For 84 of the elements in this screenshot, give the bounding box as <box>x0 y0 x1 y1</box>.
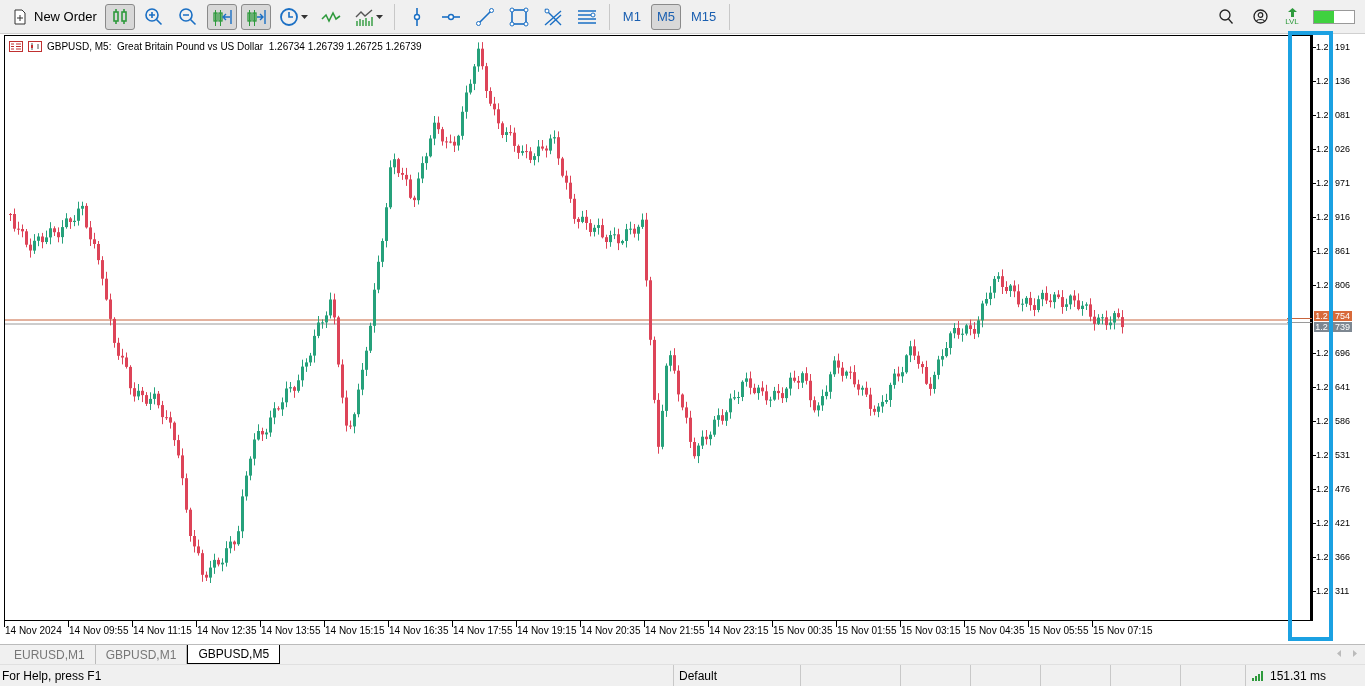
timeframe-button[interactable]: M15 <box>685 3 723 30</box>
plus-document-icon <box>12 8 28 25</box>
caret-icon <box>375 14 383 19</box>
time-label: 15 Nov 04:35 <box>965 624 1025 638</box>
price-label: 696 <box>1335 347 1351 359</box>
price-label: 366 <box>1335 551 1351 563</box>
timeframe-button[interactable]: M5 <box>650 3 681 30</box>
zoom-in-icon <box>143 6 164 27</box>
time-label: 15 Nov 07:15 <box>1093 624 1153 638</box>
level-button[interactable]: LVL <box>1279 2 1305 31</box>
time-label: 14 Nov 23:15 <box>709 624 769 638</box>
price-label: 1.2 <box>1316 143 1329 155</box>
time-label: 14 Nov 11:15 <box>133 624 192 638</box>
list-icon <box>9 41 23 52</box>
price-label: 1.2 <box>1316 483 1329 495</box>
signal-bars-icon <box>1252 670 1264 681</box>
time-label: 15 Nov 05:55 <box>1029 624 1089 638</box>
price-label: 081 <box>1335 109 1351 121</box>
price-label: 1.2 <box>1316 41 1329 53</box>
price-label: 1.2 <box>1316 177 1329 189</box>
price-label: 1.2 <box>1316 415 1329 427</box>
price-label: 1.2 <box>1316 347 1329 359</box>
chart-window-icon <box>28 41 42 52</box>
search-icon <box>1219 9 1233 24</box>
chart-shift-button[interactable] <box>206 3 237 30</box>
ask-price-tag: 1.2 <box>1314 311 1329 321</box>
rectangle-icon <box>508 6 529 27</box>
status-help-text: For Help, press F1 <box>1 667 103 685</box>
price-label: 476 <box>1335 483 1351 495</box>
chart-tab[interactable]: GBPUSD,M5 <box>187 645 281 664</box>
new-order-button[interactable]: New Order <box>8 3 101 30</box>
time-label: 14 Nov 15:15 <box>325 624 385 638</box>
price-label: 586 <box>1335 415 1351 427</box>
bid-price-tag: 739 <box>1333 322 1353 332</box>
time-label: 14 Nov 16:35 <box>389 624 449 638</box>
price-label: 1.2 <box>1316 245 1329 257</box>
auto-scroll-button[interactable] <box>240 3 271 30</box>
price-label: 136 <box>1335 75 1351 87</box>
time-label: 15 Nov 03:15 <box>901 624 961 638</box>
chart-tab[interactable]: EURUSD,M1 <box>4 645 96 664</box>
timeframe-button[interactable]: M1 <box>616 3 647 30</box>
price-label: 1.2 <box>1316 517 1329 529</box>
price-label: 971 <box>1335 177 1351 189</box>
price-label: 1.2 <box>1316 109 1329 121</box>
clock-icon <box>278 6 299 27</box>
price-label: 311 <box>1335 585 1350 597</box>
price-label: 641 <box>1335 381 1351 393</box>
caret-icon <box>300 14 308 19</box>
price-label: 861 <box>1335 245 1351 257</box>
chart-title: GBPUSD, M5: Great Britain Pound vs US Dollar 1.26734 1.26739 1.26725 1.26739 <box>47 40 422 54</box>
time-label: 14 Nov 09:55 <box>69 624 129 638</box>
price-label: 191 <box>1335 41 1351 53</box>
price-label: 1.2 <box>1316 279 1329 291</box>
time-label: 14 Nov 21:55 <box>645 624 705 638</box>
price-label: 1.2 <box>1316 211 1329 223</box>
price-label: 1.2 <box>1316 449 1329 461</box>
time-label: 14 Nov 12:35 <box>197 624 257 638</box>
price-label: 1.2 <box>1316 585 1329 597</box>
time-label: 14 Nov 17:55 <box>453 624 513 638</box>
price-label: 421 <box>1335 517 1351 529</box>
arrow-up-icon <box>1287 7 1297 17</box>
price-label: 531 <box>1335 449 1351 461</box>
profile-name: Default <box>679 667 718 685</box>
user-icon <box>1252 9 1268 24</box>
time-label: 14 Nov 19:15 <box>517 624 577 638</box>
ask-price-tag: 754 <box>1333 311 1353 321</box>
ping-text: 151.31 ms <box>1270 667 1327 685</box>
channel-tools-icon <box>542 6 563 27</box>
trend-line-icon <box>474 6 495 27</box>
price-label: 1.2 <box>1316 551 1329 563</box>
candles-button[interactable] <box>104 3 135 30</box>
time-label: 14 Nov 20:35 <box>581 624 641 638</box>
price-label: 1.2 <box>1316 381 1329 393</box>
price-label: 1.2 <box>1316 75 1329 87</box>
price-label: 806 <box>1335 279 1351 291</box>
indicators-icon <box>353 6 374 27</box>
time-label: 15 Nov 00:35 <box>773 624 833 638</box>
time-label: 14 Nov 13:55 <box>261 624 321 638</box>
zoom-out-icon <box>177 6 198 27</box>
price-label: 026 <box>1335 143 1351 155</box>
bid-price-tag: 1.2 <box>1314 322 1329 332</box>
time-label: 14 Nov 2024 <box>5 624 62 638</box>
time-label: 15 Nov 01:55 <box>837 624 897 638</box>
price-label: 916 <box>1335 211 1351 223</box>
